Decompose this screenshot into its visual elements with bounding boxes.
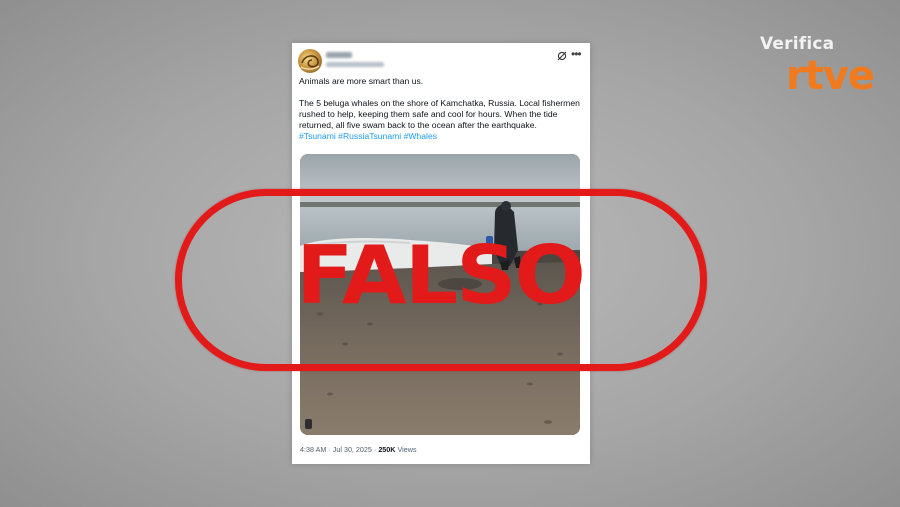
falso-stamp-text: FALSO <box>296 229 586 322</box>
video-icon[interactable] <box>305 419 312 429</box>
tweet-text: Animals are more smart than us. The 5 be… <box>299 76 585 142</box>
tweet-meta: 4:38 AM · Jul 30, 2025 · 250K Views <box>300 445 417 454</box>
hashtag-link[interactable]: #RussiaTsunami <box>338 131 401 141</box>
author-handle-blurred[interactable] <box>326 62 384 67</box>
avatar[interactable] <box>298 49 322 73</box>
hashtag-link[interactable]: #Whales <box>404 131 437 141</box>
verifica-rtve-logo: Verifica rtve <box>760 34 880 104</box>
grok-icon[interactable] <box>557 51 567 61</box>
tweet-timestamp[interactable]: 4:38 AM · Jul 30, 2025 · <box>300 445 378 454</box>
more-icon[interactable]: ••• <box>571 48 582 60</box>
brand-rtve-text: rtve <box>786 53 875 99</box>
views-label: Views <box>395 445 417 454</box>
hashtag-link[interactable]: #Tsunami <box>299 131 336 141</box>
author-name-blurred[interactable] <box>326 52 352 58</box>
tweet-hashtags: #Tsunami #RussiaTsunami #Whales <box>299 131 585 142</box>
tweet-line-1: Animals are more smart than us. <box>299 76 424 86</box>
views-count: 250K <box>378 445 396 454</box>
tweet-body: The 5 beluga whales on the shore of Kamc… <box>299 98 580 130</box>
